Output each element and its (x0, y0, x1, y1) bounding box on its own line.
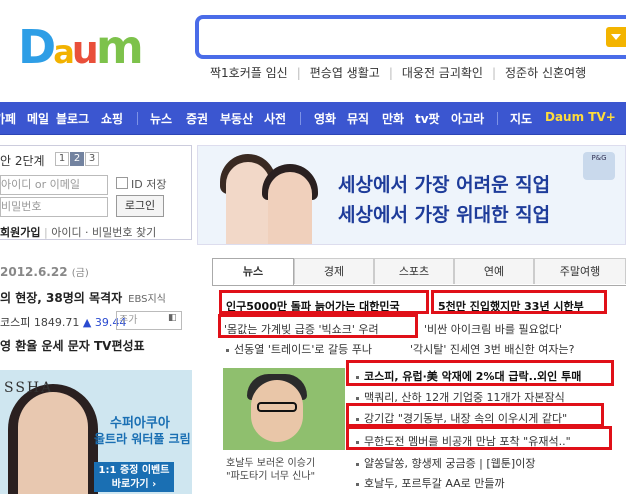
left-headline[interactable]: 의 현장, 38명의 목격자 EBS지식 (0, 289, 166, 306)
kospi-label: 코스피 (0, 316, 31, 329)
trending-keywords: 짝1호커플 임신 | 편승엽 생활고 | 대웅전 금괴확인 | 정준하 신혼여행 (210, 66, 587, 80)
keyword-link[interactable]: 정준하 신혼여행 (505, 66, 586, 80)
save-id-checkbox[interactable]: ID 저장 (116, 176, 166, 192)
pager-3[interactable]: 3 (85, 152, 99, 166)
ad-event-link: 바로가기 › (111, 479, 157, 490)
nav-blog[interactable]: 블로그 (56, 110, 89, 127)
nav-shopping[interactable]: 쇼핑 (101, 110, 123, 127)
tab-entertainment[interactable]: 연예 (454, 258, 534, 284)
nav-movie[interactable]: 영화 (314, 110, 336, 127)
highlight-box (431, 290, 607, 314)
news-tabs: 뉴스 경제 스포츠 연예 주말여행 (212, 258, 626, 286)
left-headline-text[interactable]: 의 현장, 38명의 목격자 (0, 291, 122, 305)
id-field[interactable]: 아이디 or 이메일 (0, 175, 108, 195)
nav-agora[interactable]: 아고라 (451, 110, 484, 127)
find-account-link[interactable]: 아이디 · 비밀번호 찾기 (51, 226, 156, 239)
keyword-link[interactable]: 대웅전 금괴확인 (402, 66, 483, 80)
keyword-link[interactable]: 편승엽 생활고 (310, 66, 380, 80)
news-item[interactable]: '비싼 아이크림 바를 필요없다' (424, 321, 562, 337)
left-headline-source: EBS지식 (128, 294, 166, 305)
tab-sports[interactable]: 스포츠 (374, 258, 454, 284)
nav-news[interactable]: 뉴스 (150, 110, 172, 127)
stock-search-icon[interactable]: ◧ (168, 313, 177, 323)
join-link[interactable]: 회원가입 (0, 226, 40, 239)
keyword-link[interactable]: 짝1호커플 임신 (210, 66, 288, 80)
nav-comic[interactable]: 만화 (382, 110, 404, 127)
nav-tvpot[interactable]: tv팟 (415, 110, 440, 127)
join-row: 회원가입 | 아이디 · 비밀번호 찾기 (0, 226, 157, 239)
news-item-text[interactable]: 선동열 '트레이드'로 갈등 푸나 (234, 343, 372, 356)
main-nav: 카페 메일 블로그 쇼핑 뉴스 증권 부동산 사전 영화 뮤직 만화 tv팟 아… (0, 102, 626, 135)
nav-dictionary[interactable]: 사전 (264, 110, 286, 127)
date-text: 2012.6.22 (0, 265, 68, 279)
nav-realestate[interactable]: 부동산 (220, 110, 253, 127)
nav-daum-tv[interactable]: Daum TV+ (545, 110, 616, 124)
logo-letter-m: m (95, 20, 144, 74)
date-day: (금) (71, 268, 89, 279)
thumb-caption[interactable]: "파도타기 너무 신나" (226, 467, 315, 482)
news-item-text[interactable]: 호날두, 포르투갈 AA로 만들까 (364, 477, 505, 490)
save-id-label: ID 저장 (131, 178, 167, 191)
nav-mail[interactable]: 메일 (27, 110, 49, 127)
nav-stock[interactable]: 증권 (186, 110, 208, 127)
ad-event-text: 1:1 증정 이벤트 (98, 465, 170, 476)
highlight-box (218, 314, 418, 338)
today-date: 2012.6.22 (금) (0, 264, 89, 279)
tab-economy[interactable]: 경제 (294, 258, 374, 284)
tab-news[interactable]: 뉴스 (212, 258, 294, 285)
nav-map[interactable]: 지도 (510, 110, 532, 127)
ad-brand: SSHA (4, 380, 54, 396)
ad-model-face (18, 392, 88, 494)
logo-letter-u: u (71, 28, 99, 72)
logo-letter-a: a (53, 33, 75, 71)
news-item-text[interactable]: 얄쏭달쏭, 향생제 궁금증 | [웹툰]이장 (364, 457, 535, 470)
login-step-label: 안 2단계 (0, 154, 45, 168)
banner-person2 (268, 172, 312, 244)
highlight-box (346, 360, 614, 386)
highlight-box (219, 290, 429, 314)
tab-weekend-travel[interactable]: 주말여행 (534, 258, 626, 284)
news-thumbnail[interactable] (223, 368, 345, 450)
password-field[interactable]: 비밀번호 (0, 197, 108, 217)
nav-cafe[interactable]: 카페 (0, 110, 16, 127)
news-item[interactable]: 얄쏭달쏭, 향생제 궁금증 | [웹툰]이장 (356, 455, 535, 471)
chevron-down-icon[interactable] (606, 27, 626, 47)
login-pager: 123 (55, 152, 100, 166)
ad-line1: 수퍼아쿠아 (110, 416, 170, 431)
news-item[interactable]: 선동열 '트레이드'로 갈등 푸나 (226, 341, 372, 357)
news-item[interactable]: 호날두, 포르투갈 AA로 만들까 (356, 475, 505, 491)
thumb-glasses (257, 402, 297, 412)
banner-badge: P&G (583, 152, 615, 180)
highlight-box (346, 426, 612, 450)
quick-links[interactable]: 영 환율 운세 문자 TV편성표 (0, 337, 145, 354)
kospi-value: 1849.71 (33, 316, 80, 329)
login-button[interactable]: 로그인 (116, 195, 164, 217)
news-item[interactable]: '각시탈' 진세연 3번 배신한 여자는? (410, 341, 574, 357)
highlight-box (346, 403, 604, 427)
banner-line1: 세상에서 가장 어려운 직업 (338, 174, 551, 196)
left-ad-banner[interactable]: SSHA 수퍼아쿠아 울트라 워터풀 크림 1:1 증정 이벤트바로가기 › (0, 370, 192, 494)
checkbox-icon[interactable] (116, 177, 128, 189)
kospi-ticker[interactable]: 코스피 1849.71 ▲ 39.44 (0, 314, 126, 330)
daum-logo[interactable]: Daum (18, 22, 146, 72)
nav-music[interactable]: 뮤직 (347, 110, 369, 127)
pager-2[interactable]: 2 (70, 152, 84, 166)
ad-line2: 울트라 워터풀 크림 (94, 432, 191, 446)
pager-1[interactable]: 1 (55, 152, 69, 166)
search-input[interactable] (205, 20, 609, 56)
top-banner[interactable]: 세상에서 가장 어려운 직업 세상에서 가장 위대한 직업 P&G (197, 145, 626, 245)
banner-person1 (226, 162, 270, 244)
logo-letter-d: D (18, 20, 56, 74)
banner-line2: 세상에서 가장 위대한 직업 (338, 204, 551, 226)
ad-event-button[interactable]: 1:1 증정 이벤트바로가기 › (94, 462, 174, 492)
search-box (195, 15, 626, 59)
